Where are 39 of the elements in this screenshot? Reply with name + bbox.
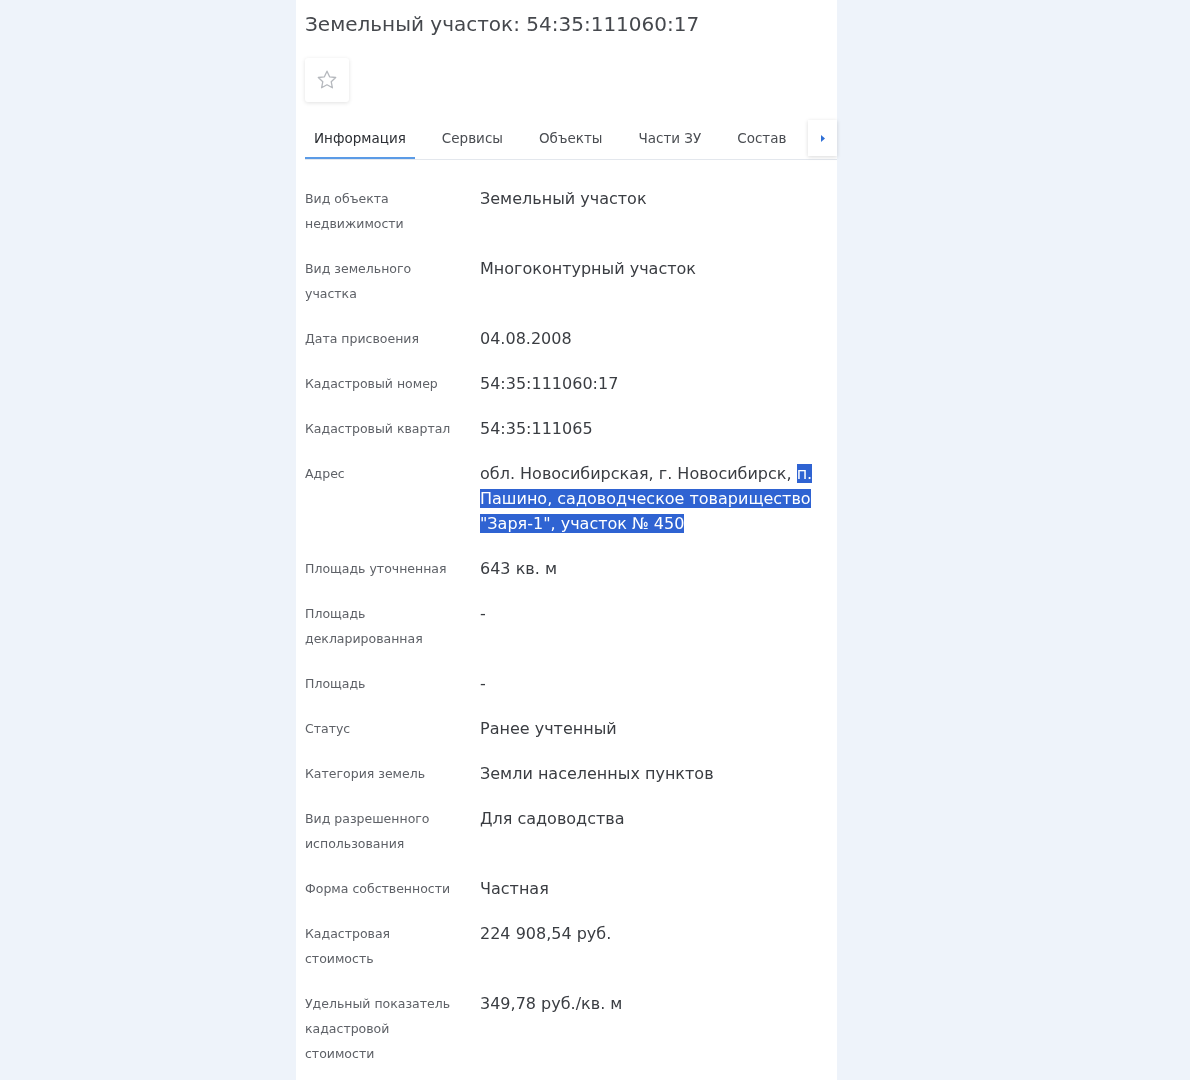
field-label: Вид разрешенного использования bbox=[305, 810, 431, 853]
scroll-tabs-button[interactable] bbox=[808, 120, 837, 156]
field-label: Статус bbox=[305, 720, 351, 738]
caret-right-icon bbox=[820, 134, 825, 142]
field-label: Удельный показатель кадастровой стоимости bbox=[305, 995, 452, 1063]
field-value: - bbox=[480, 673, 487, 695]
field-value: - bbox=[480, 603, 487, 625]
field-label: Вид земельного участка bbox=[305, 260, 413, 303]
tab[interactable]: Объекты bbox=[529, 118, 612, 159]
field-value: обл. Новосибирская, г. Новосибирск, п. Пашино, садоводческое товарищество "Заря-1", участок № 450 bbox=[480, 463, 814, 535]
tab[interactable]: Части ЗУ bbox=[629, 118, 711, 159]
field-label: Форма собственности bbox=[305, 880, 451, 898]
favorite-button[interactable] bbox=[305, 58, 349, 102]
field-value: 54:35:111065 bbox=[480, 418, 594, 440]
tab[interactable]: Сервисы bbox=[432, 118, 512, 159]
field-label: Вид объекта недвижимости bbox=[305, 190, 405, 233]
field-value: Частная bbox=[480, 878, 550, 900]
page-title: Земельный участок: 54:35:111060:17 bbox=[305, 11, 701, 38]
tab[interactable]: Информация bbox=[305, 118, 415, 159]
field-label: Дата присвоения bbox=[305, 330, 419, 348]
field-label: Площадь bbox=[305, 675, 366, 693]
field-label: Кадастровый квартал bbox=[305, 420, 451, 438]
field-label: Адрес bbox=[305, 465, 345, 483]
field-value: Многоконтурный участок bbox=[480, 258, 697, 280]
field-label: Кадастровый номер bbox=[305, 375, 438, 393]
field-value: 224 908,54 руб. bbox=[480, 923, 613, 945]
field-value: 54:35:111060:17 bbox=[480, 373, 620, 395]
tab[interactable]: Состав bbox=[728, 118, 796, 159]
field-label: Площадь декларированная bbox=[305, 605, 424, 648]
field-value: Земли населенных пунктов bbox=[480, 763, 715, 785]
field-value: Земельный участок bbox=[480, 188, 648, 210]
field-value: Для садоводства bbox=[480, 808, 626, 830]
field-label: Кадастровая стоимость bbox=[305, 925, 392, 968]
field-value: 643 кв. м bbox=[480, 558, 558, 580]
field-label: Площадь уточненная bbox=[305, 560, 447, 578]
field-value: 349,78 руб./кв. м bbox=[480, 993, 624, 1015]
field-value: Ранее учтенный bbox=[480, 718, 618, 740]
field-value: 04.08.2008 bbox=[480, 328, 573, 350]
field-label: Категория земель bbox=[305, 765, 426, 783]
